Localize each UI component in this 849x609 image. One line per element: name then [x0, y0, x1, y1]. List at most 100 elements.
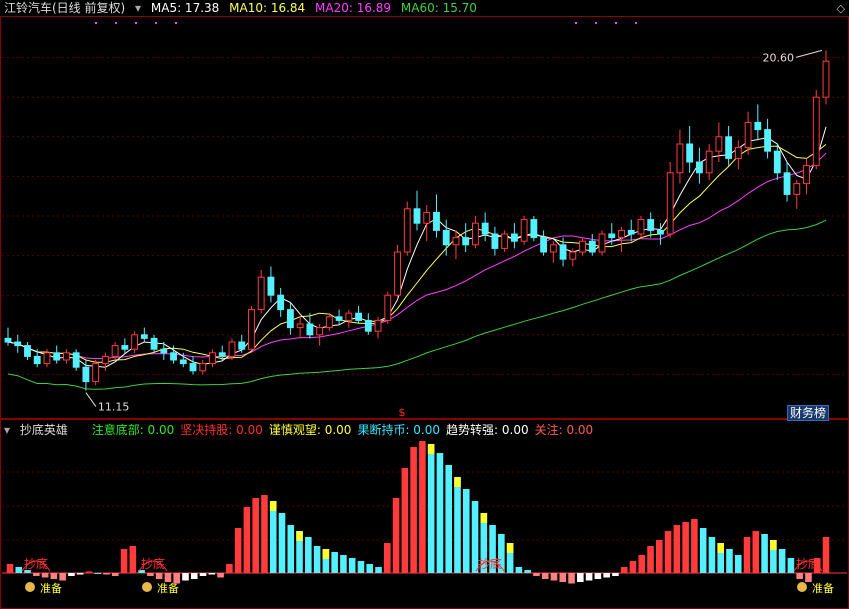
indicator-bar: [638, 555, 646, 573]
coin-icon: [797, 582, 807, 592]
candle-body: [170, 352, 177, 361]
signal-label: 抄底: [24, 556, 48, 571]
indicator-bar: [594, 573, 602, 579]
indicator-bar: [752, 531, 760, 573]
ma5-line: [7, 126, 827, 368]
candle-body: [82, 366, 90, 383]
indicator-bar: [155, 573, 163, 579]
indicator-bar: [33, 573, 40, 576]
dropdown-icon[interactable]: ▾: [135, 1, 141, 15]
candle-body: [238, 341, 246, 350]
stock-title[interactable]: 江铃汽车(日线 前复权): [4, 1, 125, 15]
indicator-bar: [147, 573, 154, 576]
low-pointer: [85, 392, 97, 407]
signal-dot: [155, 22, 157, 24]
ma5-label: MA5: 17.38: [150, 1, 220, 15]
diamond-icon[interactable]: ◇: [837, 2, 845, 15]
indicator-bar-yellow: [427, 444, 435, 454]
indicator-bar: [410, 447, 417, 573]
candle-body: [734, 147, 742, 159]
signal-dot: [595, 22, 597, 24]
candle-body: [111, 345, 119, 357]
candle-body: [345, 312, 353, 321]
candle-body: [588, 240, 596, 253]
indicator-bar: [699, 528, 707, 573]
candle-body: [63, 352, 70, 361]
indicator-bar: [462, 489, 470, 573]
indicator-name[interactable]: 抄底英雄: [20, 423, 68, 437]
candle-body: [773, 150, 781, 174]
signal-dot: [175, 22, 177, 24]
candle-body: [140, 334, 148, 339]
indicator-bar: [85, 571, 93, 573]
candle-body: [72, 352, 80, 368]
ma60-label: MA60: 15.70: [400, 1, 477, 15]
ma20-label: MA20: 16.89: [315, 1, 392, 15]
indicator-bar: [208, 573, 216, 575]
candle-body: [24, 345, 31, 357]
candle-body: [384, 294, 392, 321]
candle-body: [101, 355, 109, 365]
indicator-bar: [41, 573, 49, 578]
candle-body: [433, 211, 440, 231]
indicator-bar: [787, 558, 795, 573]
signal-dot: [115, 22, 117, 24]
indicator-bar: [682, 522, 689, 573]
candle-body: [764, 129, 771, 152]
indicator-item-1: 坚决持股: 0.00: [180, 423, 263, 437]
signal-dot: [95, 22, 97, 24]
stock-chart[interactable]: 20.60 11.15 抄底准备 抄底准备 抄底 抄底准备 $: [0, 0, 849, 609]
low-price-label: 11.15: [98, 401, 129, 414]
finance-badge[interactable]: 财务榜: [786, 405, 829, 421]
indicator-bar: [357, 561, 365, 573]
candle-body: [549, 244, 557, 253]
indicator-bar-yellow: [480, 513, 488, 523]
candle-body: [627, 229, 635, 235]
candle-body: [335, 316, 343, 321]
candle-body: [530, 219, 538, 239]
indicator-bar: [761, 534, 768, 573]
candle-body: [510, 233, 518, 242]
indicator-values: 注意底部: 0.00 坚决持股: 0.00 谨慎观望: 0.00 果断持币: 0.00…: [92, 423, 599, 437]
candle-body: [481, 222, 489, 235]
indicator-bar: [822, 537, 830, 573]
indicator-bar: [384, 543, 391, 573]
indicator-bar: [261, 495, 268, 573]
candle-body: [666, 172, 674, 235]
indicator-bar: [76, 573, 84, 575]
indicator-bar: [252, 498, 259, 573]
indicator-bar: [550, 573, 558, 581]
indicator-bar: [524, 570, 531, 573]
indicator-bar: [217, 573, 224, 578]
indicator-header: ▾ 抄底英雄 注意底部: 0.00 坚决持股: 0.00 谨慎观望: 0.00 果断持…: [4, 422, 605, 438]
candle-body: [53, 352, 61, 361]
candle-body: [403, 208, 411, 253]
candle-body: [676, 143, 684, 174]
candle-body: [705, 150, 713, 174]
candle-body: [189, 363, 197, 372]
indicator-bar: [577, 573, 584, 582]
ma10-line: [7, 144, 827, 363]
indicator-bar: [59, 573, 66, 581]
coin-icon: [142, 582, 152, 592]
indicator-bar: [612, 573, 619, 576]
indicator-bar-yellow: [454, 477, 461, 487]
signal-dot: [575, 22, 577, 24]
indicator-bar-yellow: [770, 540, 777, 550]
candle-body: [452, 237, 460, 246]
indicator-bar: [585, 573, 593, 581]
signal-label: 抄底: [141, 556, 165, 571]
candle-body: [637, 219, 645, 235]
signal-label: 抄底: [478, 556, 502, 571]
indicator-bar: [454, 477, 461, 573]
candle-body: [394, 251, 401, 296]
indicator-bar: [533, 573, 540, 576]
indicator-bar: [603, 573, 610, 578]
candle-body: [695, 161, 703, 174]
indicator-bar: [348, 558, 356, 573]
indicator-dropdown-icon[interactable]: ▾: [4, 423, 10, 437]
candle-body: [491, 233, 499, 249]
indicator-bar: [340, 555, 347, 573]
candle-body: [647, 219, 655, 231]
candle-body: [744, 121, 752, 149]
